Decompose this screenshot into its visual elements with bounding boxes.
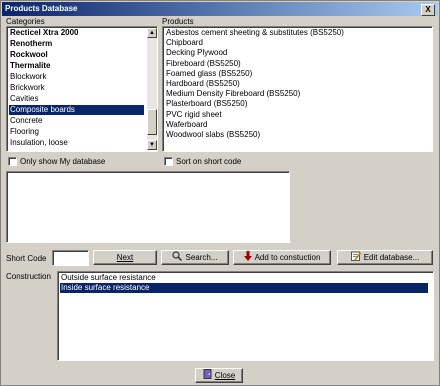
product-item[interactable]: Waferboard [165, 120, 208, 130]
product-item[interactable]: PVC rigid sheet [165, 110, 222, 120]
sort-short-code-label: Sort on short code [176, 157, 242, 166]
categories-scrollbar[interactable]: ▲ ▼ [147, 28, 157, 150]
construction-item[interactable]: Inside surface resistance [60, 283, 428, 293]
edit-database-icon [350, 251, 361, 265]
category-item[interactable]: Recticel Xtra 2000 [9, 28, 144, 38]
next-label: Next [116, 253, 134, 262]
add-to-construction-button[interactable]: Add to constuction [233, 250, 331, 265]
product-item[interactable]: Plasterboard (BS5250) [165, 99, 247, 109]
product-item[interactable]: Asbestos cement sheeting & substitutes (… [165, 28, 344, 38]
next-button[interactable]: Next [93, 250, 157, 265]
scroll-down-icon[interactable]: ▼ [147, 140, 157, 150]
edit-database-button[interactable]: Edit database... [337, 250, 433, 265]
category-item[interactable]: Blockwork [9, 72, 144, 82]
category-item[interactable]: Cavities [9, 94, 144, 104]
window-title: Products Database [5, 4, 78, 13]
category-item[interactable]: Flooring [9, 127, 144, 137]
close-button[interactable]: Close [195, 368, 243, 383]
products-database-window: Products Database X Categories Recticel … [0, 0, 440, 386]
construction-item[interactable]: Outside surface resistance [60, 273, 428, 283]
category-item[interactable]: Renotherm [9, 39, 144, 49]
product-item[interactable]: Foamed glass (BS5250) [165, 69, 252, 79]
short-code-input[interactable] [52, 250, 89, 266]
only-my-database-checkbox[interactable] [8, 157, 17, 166]
product-item[interactable]: Chipboard [165, 38, 203, 48]
search-label: Search... [185, 253, 218, 263]
category-item[interactable]: Concrete [9, 116, 144, 126]
description-box [6, 171, 290, 243]
close-icon[interactable]: X [421, 4, 435, 16]
scroll-thumb[interactable] [147, 109, 157, 135]
product-item[interactable]: Decking Plywood [165, 48, 227, 58]
sort-short-code-checkbox[interactable] [164, 157, 173, 166]
construction-list[interactable]: Outside surface resistance Inside surface… [57, 271, 434, 361]
product-item[interactable]: Fibreboard (BS5250) [165, 59, 241, 69]
edit-label: Edit database... [363, 253, 420, 263]
products-label: Products [162, 17, 194, 26]
search-icon [172, 251, 183, 265]
door-icon [203, 369, 212, 383]
product-item[interactable]: Hardboard (BS5250) [165, 79, 240, 89]
category-item[interactable]: Brickwork [9, 83, 144, 93]
category-item[interactable]: Rockwool [9, 50, 144, 60]
construction-label: Construction [6, 272, 51, 281]
category-item[interactable]: Composite boards [9, 105, 144, 115]
search-button[interactable]: Search... [161, 250, 229, 265]
categories-list[interactable]: Recticel Xtra 2000 Renotherm Rockwool Therm… [6, 26, 158, 152]
close-label: Close [214, 371, 236, 381]
short-code-label: Short Code [6, 254, 47, 263]
category-item[interactable]: Insulation, loose [9, 138, 144, 148]
product-item[interactable]: Medium Density Fibreboard (BS5250) [165, 89, 300, 99]
only-my-database-label: Only show My database [20, 157, 106, 166]
categories-label: Categories [6, 17, 45, 26]
title-bar: Products Database X [2, 2, 438, 16]
category-item[interactable]: Thermalite [9, 61, 144, 71]
product-item[interactable]: Woodwool slabs (BS5250) [165, 130, 260, 140]
down-arrow-icon [243, 251, 252, 265]
products-list[interactable]: Asbestos cement sheeting & substitutes (… [162, 26, 433, 152]
scroll-up-icon[interactable]: ▲ [147, 28, 157, 38]
add-label: Add to constuction [254, 253, 321, 263]
